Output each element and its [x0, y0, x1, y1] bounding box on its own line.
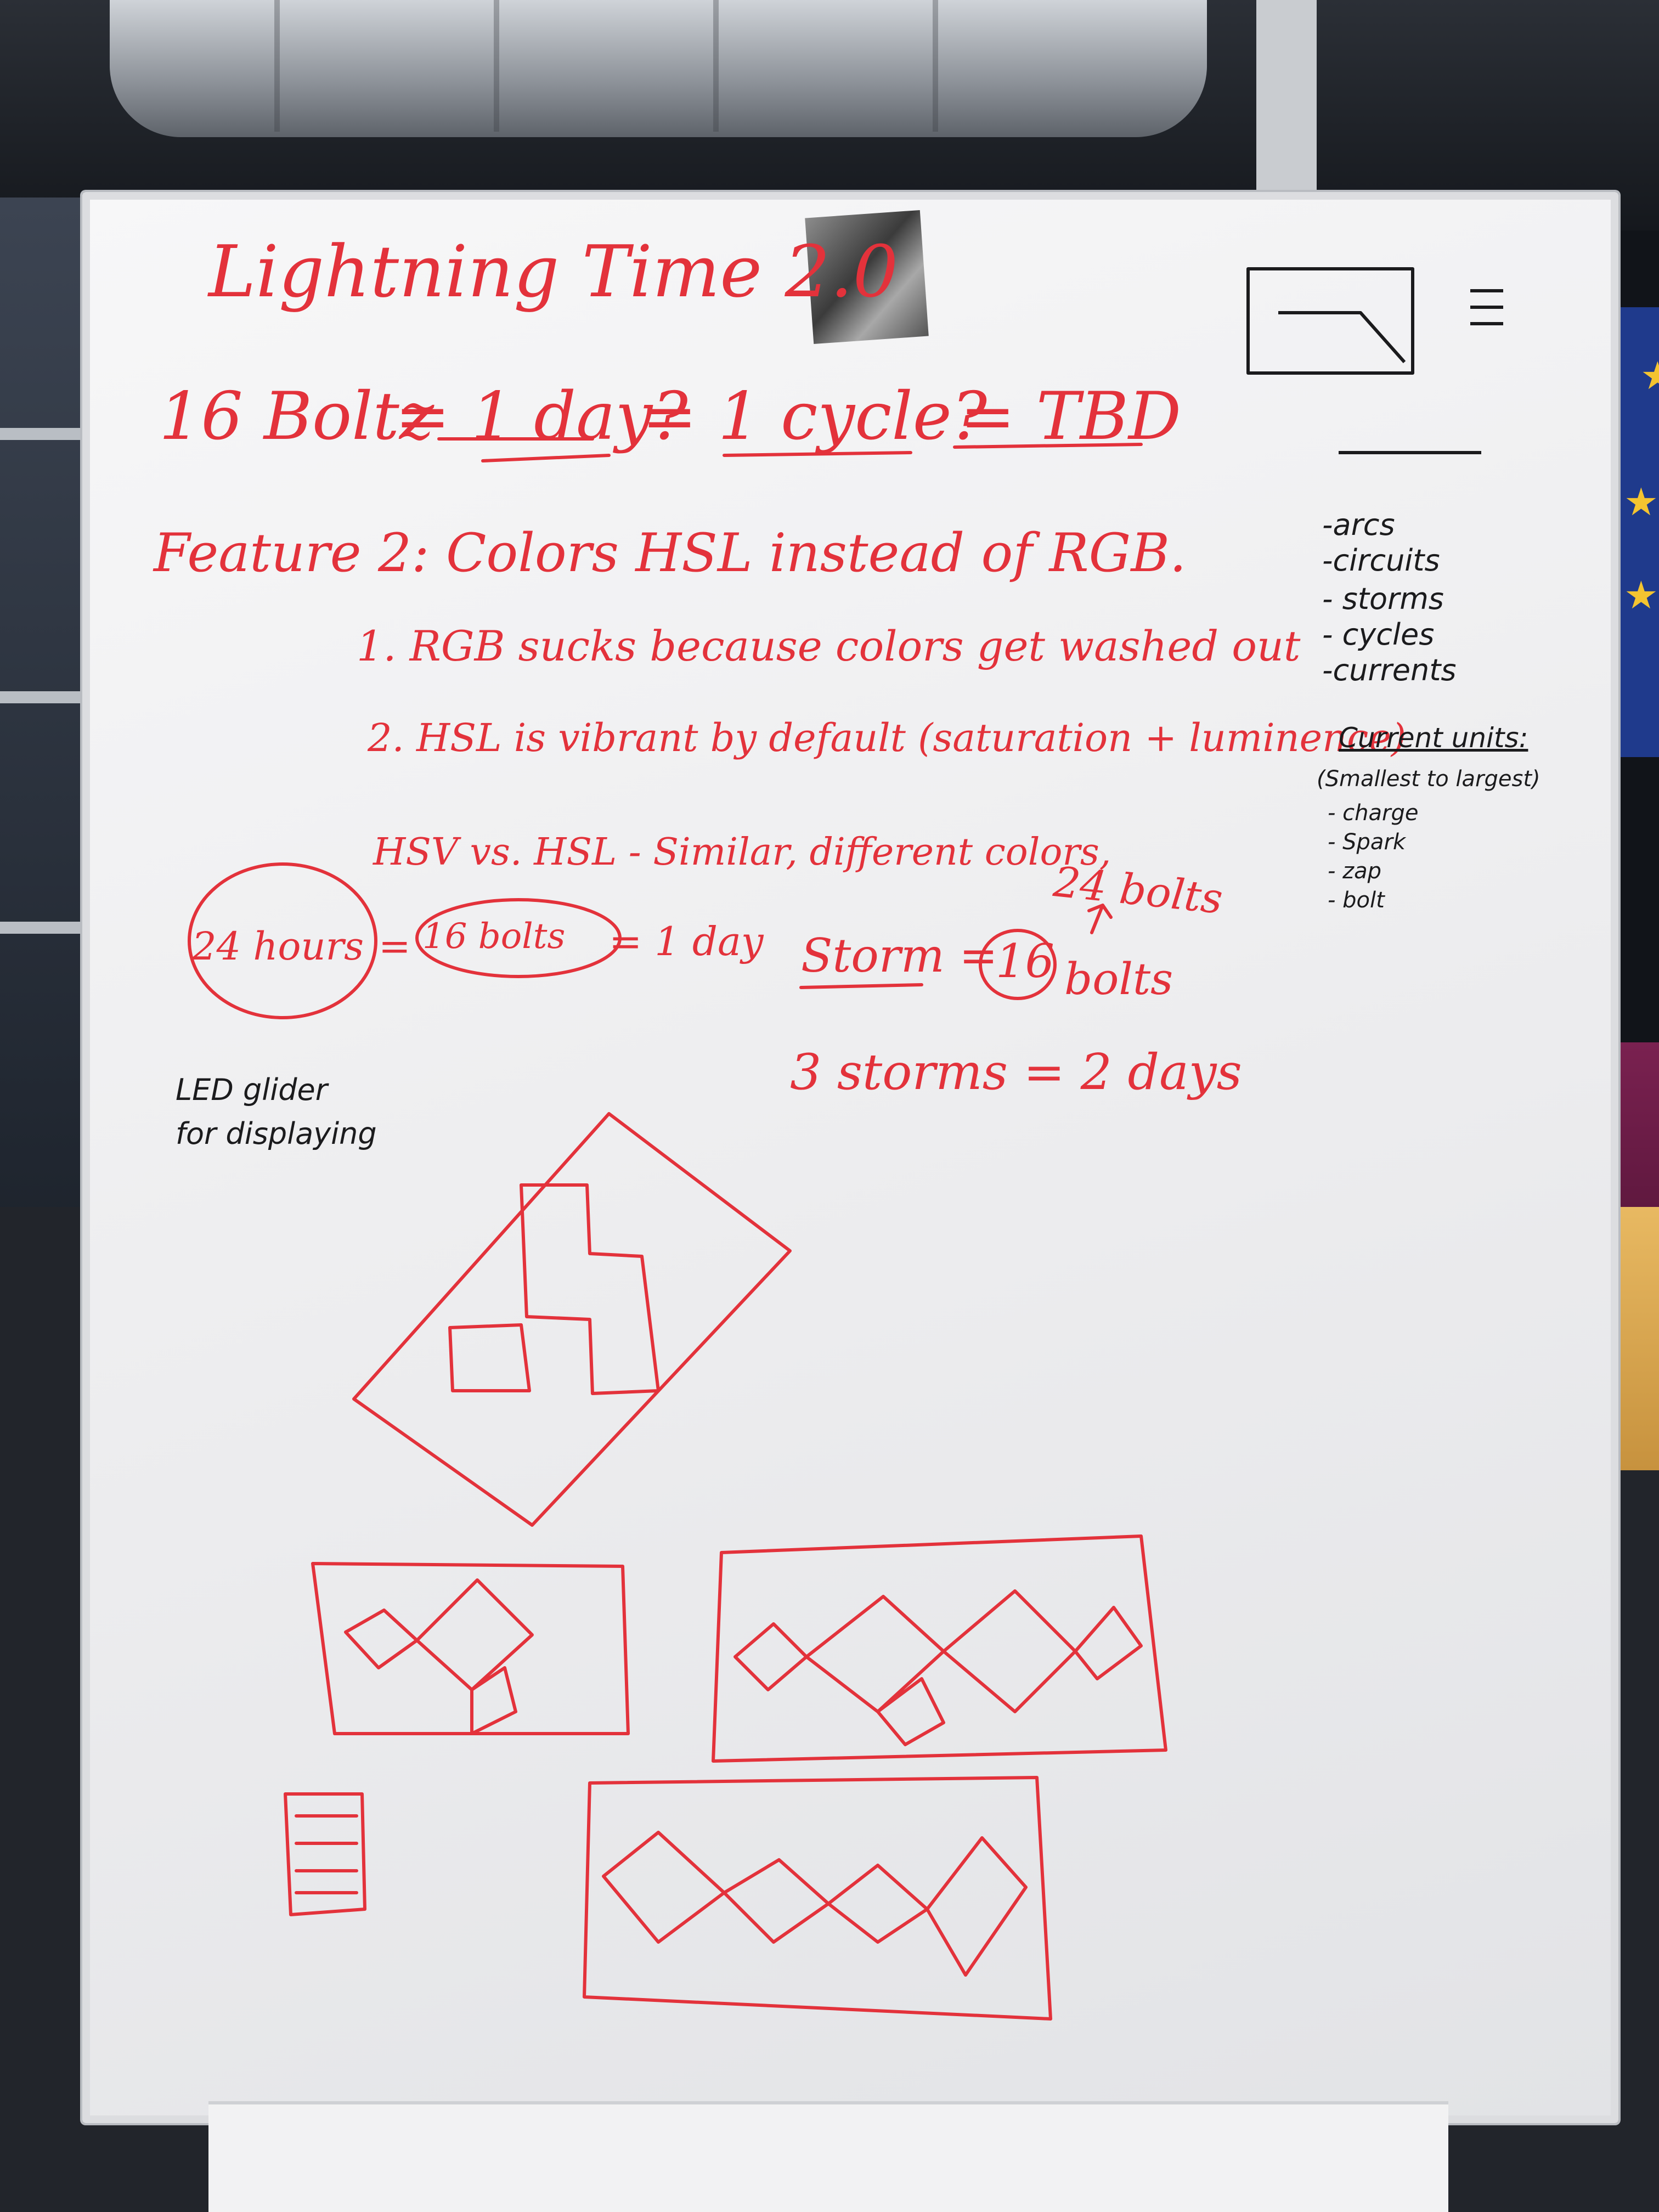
scribble-sketch	[284, 1792, 366, 1916]
arrow	[1087, 904, 1113, 934]
circle-24-hours	[188, 862, 377, 1019]
diamond-chain	[602, 1831, 1028, 1977]
underline	[953, 443, 1143, 449]
diamond-chain	[344, 1578, 534, 1735]
menu-icon	[1470, 289, 1503, 325]
diamond-chain	[733, 1589, 1143, 1746]
underline	[723, 451, 912, 457]
device-sketch	[1246, 267, 1414, 375]
marker-sketches	[188, 267, 1503, 2021]
circle-16	[979, 929, 1057, 1000]
underline	[481, 454, 611, 462]
glyph-sketch	[448, 1183, 660, 1395]
circle-16-bolts	[415, 898, 622, 978]
frame-sketch	[583, 1776, 1052, 2021]
scene: ★ ★ ★ Lightning Time 2.0 16 Boltz = 1 da…	[0, 0, 1659, 2212]
underline	[799, 983, 923, 989]
device-trace	[1278, 311, 1406, 363]
